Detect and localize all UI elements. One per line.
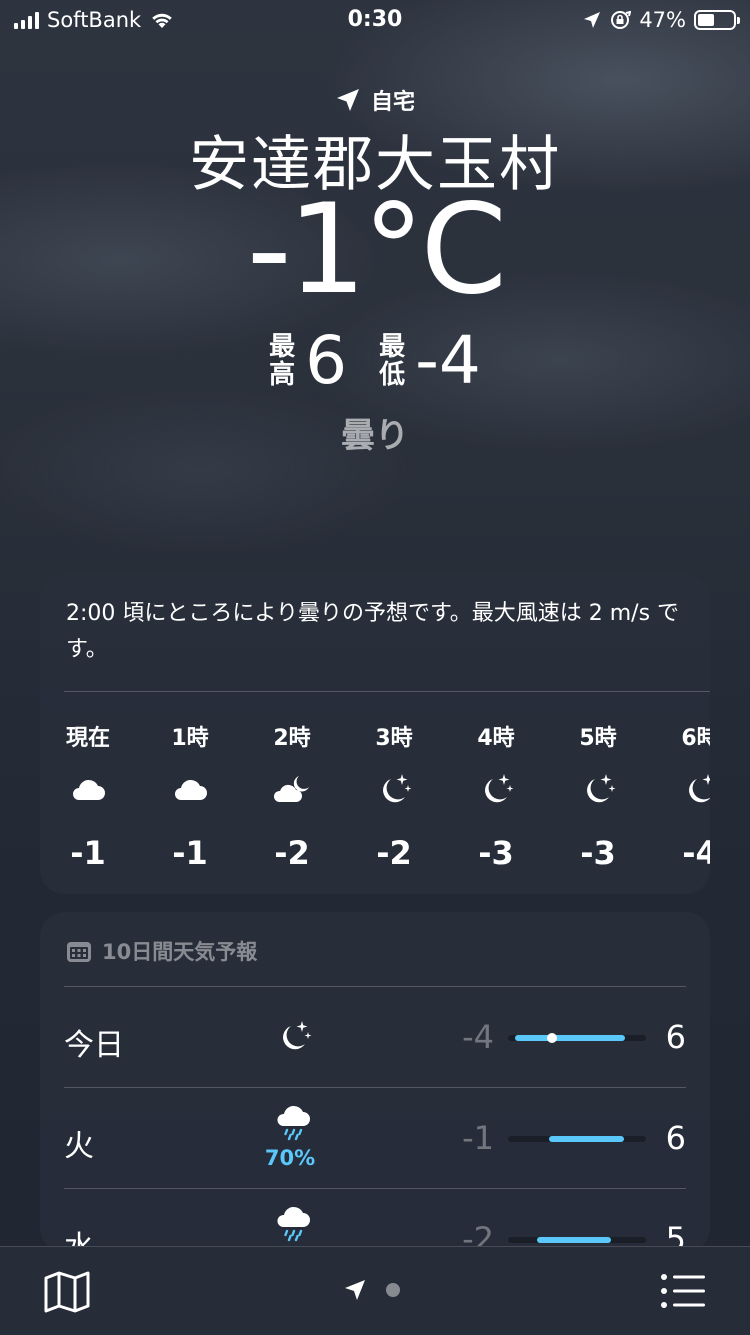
moon-stars-icon: [374, 770, 414, 810]
cloud-icon: [68, 770, 108, 810]
day-row[interactable]: 火 70% -1 6: [64, 1088, 686, 1189]
moon-stars-icon: [578, 770, 618, 810]
moon-stars-icon: [274, 1017, 314, 1057]
current-temperature: -1°C: [246, 178, 507, 322]
cloud-rain-icon: [274, 1102, 314, 1142]
moon-stars-icon: [680, 770, 710, 810]
day-low: -4: [462, 1018, 494, 1056]
hourly-scroll[interactable]: 現在 -1 1時 -1 2時 -2 3時 -2 4時 -3 5時 -3 6時 -4: [40, 708, 710, 872]
high-group: 最 高 6: [269, 328, 347, 394]
page-dot[interactable]: [386, 1283, 400, 1297]
high-label: 最 高: [269, 332, 296, 390]
temperature-range-bar: [508, 1237, 646, 1243]
location-services-icon: [584, 12, 601, 28]
hour-temperature: -1: [172, 834, 208, 872]
day-name: 今日: [64, 1028, 124, 1063]
hour-label: 2時: [273, 726, 311, 751]
forecast-summary: 2:00 頃にところにより曇りの予想です。最大風速は 2 m/s です。: [66, 601, 680, 662]
location-arrow-icon[interactable]: [344, 1279, 366, 1301]
temperature-range-fill: [536, 1237, 612, 1243]
temperature-range-fill: [549, 1136, 624, 1142]
hour-label: 現在: [65, 726, 110, 751]
day-row[interactable]: 水 -2 5: [64, 1189, 686, 1252]
location-arrow-icon: [336, 89, 359, 111]
hour-temperature: -4: [682, 834, 710, 872]
status-bar: SoftBank 0:30 47%: [0, 0, 750, 40]
day-low: -1: [462, 1119, 494, 1157]
hour-label: 1時: [171, 726, 209, 751]
list-icon[interactable]: [660, 1273, 706, 1309]
cloud-rain-icon: [274, 1203, 314, 1243]
precip-probability: 70%: [264, 1146, 316, 1170]
hour-temperature: -3: [580, 834, 616, 872]
day-high: 6: [665, 1018, 686, 1056]
moon-stars-icon: [476, 770, 516, 810]
high-value: 6: [305, 322, 348, 399]
hour-temperature: -2: [274, 834, 310, 872]
ten-day-header: 10日間天気予報: [66, 936, 257, 966]
temperature-range-fill: [514, 1035, 626, 1041]
cloud-moon-icon: [272, 770, 312, 810]
temperature-range-bar: [508, 1136, 646, 1142]
condition-text: 曇り: [341, 416, 409, 456]
hour-label: 4時: [477, 726, 515, 751]
ten-day-forecast-card[interactable]: 10日間天気予報 今日 -4 6 火 70% -1 6 水 -2 5: [40, 912, 710, 1252]
low-value: -4: [415, 322, 481, 399]
divider: [64, 691, 710, 692]
calendar-icon: [67, 942, 91, 962]
day-row[interactable]: 今日 -4 6: [64, 987, 686, 1088]
day-name: 火: [64, 1129, 94, 1164]
current-temp-marker: [547, 1033, 558, 1043]
hourly-forecast-card[interactable]: 2:00 頃にところにより曇りの予想です。最大風速は 2 m/s です。 現在 -…: [40, 574, 710, 894]
high-low: 最 高 6 最 低 -4: [0, 328, 750, 394]
hour-temperature: -2: [376, 834, 412, 872]
location-label: 自宅: [370, 90, 415, 115]
low-group: 最 低 -4: [379, 328, 481, 394]
battery-percent: 47%: [639, 8, 686, 32]
hour-label: 5時: [579, 726, 617, 751]
page-indicator[interactable]: [344, 1279, 400, 1301]
hour-temperature: -3: [478, 834, 514, 872]
hour-label: 3時: [375, 726, 413, 751]
bottom-toolbar: [0, 1246, 750, 1335]
hour-temperature: -1: [70, 834, 106, 872]
location-row: 自宅: [0, 84, 750, 116]
orientation-lock-icon: [611, 10, 632, 29]
map-icon[interactable]: [44, 1271, 90, 1313]
ten-day-title: 10日間天気予報: [102, 940, 258, 964]
low-label: 最 低: [379, 332, 406, 390]
battery-icon: [694, 10, 740, 30]
temperature-range-bar: [508, 1033, 646, 1043]
cloud-icon: [170, 770, 210, 810]
status-right: 47%: [583, 8, 740, 32]
day-high: 6: [665, 1119, 686, 1157]
hour-label: 6時: [681, 726, 710, 751]
